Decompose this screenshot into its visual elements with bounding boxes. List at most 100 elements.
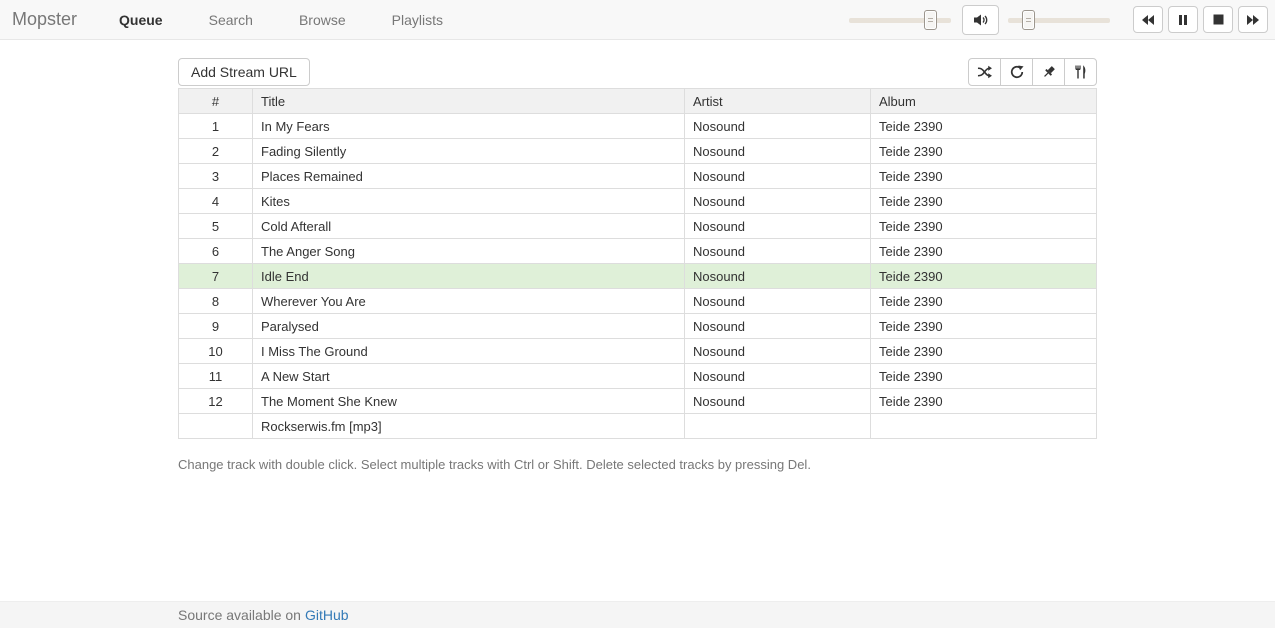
track-title: Wherever You Are xyxy=(253,289,685,314)
track-row[interactable]: 5 Cold Afterall Nosound Teide 2390 xyxy=(179,214,1097,239)
track-artist: Nosound xyxy=(685,389,871,414)
track-artist: Nosound xyxy=(685,189,871,214)
footer: Source available on GitHub xyxy=(0,601,1275,628)
track-position: 10 xyxy=(179,339,253,364)
track-artist: Nosound xyxy=(685,239,871,264)
track-row[interactable]: 4 Kites Nosound Teide 2390 xyxy=(179,189,1097,214)
pause-button[interactable] xyxy=(1168,6,1198,33)
track-position: 3 xyxy=(179,164,253,189)
track-artist: Nosound xyxy=(685,339,871,364)
track-album: Teide 2390 xyxy=(871,114,1097,139)
track-row[interactable]: 2 Fading Silently Nosound Teide 2390 xyxy=(179,139,1097,164)
track-title: Kites xyxy=(253,189,685,214)
queue-table-header: # Title Artist Album xyxy=(179,89,1097,114)
track-row[interactable]: Rockserwis.fm [mp3] xyxy=(179,414,1097,439)
track-row[interactable]: 7 Idle End Nosound Teide 2390 xyxy=(179,264,1097,289)
playback-button-group xyxy=(1128,6,1268,33)
track-artist: Nosound xyxy=(685,289,871,314)
track-artist: Nosound xyxy=(685,264,871,289)
nav-item-playlists[interactable]: Playlists xyxy=(378,12,457,28)
track-title: Cold Afterall xyxy=(253,214,685,239)
track-album: Teide 2390 xyxy=(871,264,1097,289)
track-artist: Nosound xyxy=(685,164,871,189)
column-header-album[interactable]: Album xyxy=(871,89,1097,114)
seek-slider-handle[interactable] xyxy=(924,10,937,30)
track-artist: Nosound xyxy=(685,139,871,164)
track-row[interactable]: 9 Paralysed Nosound Teide 2390 xyxy=(179,314,1097,339)
pushpin-icon xyxy=(1042,65,1056,79)
queue-table: # Title Artist Album 1 In My Fears Nosou… xyxy=(178,88,1097,439)
navbar: Mopster Queue Search Browse Playlists xyxy=(0,0,1275,40)
track-position: 5 xyxy=(179,214,253,239)
track-album: Teide 2390 xyxy=(871,289,1097,314)
pin-single-button[interactable] xyxy=(1032,58,1065,86)
nav-item-browse[interactable]: Browse xyxy=(285,12,360,28)
track-album: Teide 2390 xyxy=(871,164,1097,189)
track-title: The Anger Song xyxy=(253,239,685,264)
volume-slider-handle[interactable] xyxy=(1022,10,1035,30)
track-position: 4 xyxy=(179,189,253,214)
track-position: 7 xyxy=(179,264,253,289)
column-header-title[interactable]: Title xyxy=(253,89,685,114)
track-row[interactable]: 8 Wherever You Are Nosound Teide 2390 xyxy=(179,289,1097,314)
column-header-artist[interactable]: Artist xyxy=(685,89,871,114)
track-position: 12 xyxy=(179,389,253,414)
track-row[interactable]: 1 In My Fears Nosound Teide 2390 xyxy=(179,114,1097,139)
track-artist: Nosound xyxy=(685,314,871,339)
track-album: Teide 2390 xyxy=(871,189,1097,214)
github-link[interactable]: GitHub xyxy=(305,607,349,623)
track-row[interactable]: 10 I Miss The Ground Nosound Teide 2390 xyxy=(179,339,1097,364)
pause-icon xyxy=(1178,14,1188,26)
playback-mode-group xyxy=(968,58,1097,86)
shuffle-icon xyxy=(977,65,992,79)
track-title: Places Remained xyxy=(253,164,685,189)
backward-button[interactable] xyxy=(1133,6,1163,33)
track-title: I Miss The Ground xyxy=(253,339,685,364)
track-row[interactable]: 3 Places Remained Nosound Teide 2390 xyxy=(179,164,1097,189)
track-row[interactable]: 12 The Moment She Knew Nosound Teide 239… xyxy=(179,389,1097,414)
stop-button[interactable] xyxy=(1203,6,1233,33)
track-position: 1 xyxy=(179,114,253,139)
track-position xyxy=(179,414,253,439)
track-title: Rockserwis.fm [mp3] xyxy=(253,414,685,439)
track-position: 11 xyxy=(179,364,253,389)
forward-icon xyxy=(1246,14,1260,26)
track-title: A New Start xyxy=(253,364,685,389)
nav-item-queue[interactable]: Queue xyxy=(105,12,177,28)
track-album: Teide 2390 xyxy=(871,139,1097,164)
track-album: Teide 2390 xyxy=(871,314,1097,339)
queue-toolbar: Add Stream URL xyxy=(178,58,1097,86)
volume-up-icon xyxy=(973,13,989,27)
consume-button[interactable] xyxy=(1064,58,1097,86)
track-album: Teide 2390 xyxy=(871,364,1097,389)
repeat-button[interactable] xyxy=(1000,58,1033,86)
app-brand[interactable]: Mopster xyxy=(12,9,77,30)
track-artist: Nosound xyxy=(685,364,871,389)
track-album: Teide 2390 xyxy=(871,389,1097,414)
track-position: 9 xyxy=(179,314,253,339)
seek-slider[interactable] xyxy=(849,10,951,30)
main-content: Add Stream URL xyxy=(178,58,1097,472)
mute-button[interactable] xyxy=(962,5,999,35)
track-title: Paralysed xyxy=(253,314,685,339)
stop-icon xyxy=(1213,14,1224,25)
backward-icon xyxy=(1141,14,1155,26)
nav-item-search[interactable]: Search xyxy=(195,12,267,28)
track-position: 2 xyxy=(179,139,253,164)
repeat-icon xyxy=(1010,65,1024,79)
track-row[interactable]: 11 A New Start Nosound Teide 2390 xyxy=(179,364,1097,389)
track-title: The Moment She Knew xyxy=(253,389,685,414)
forward-button[interactable] xyxy=(1238,6,1268,33)
shuffle-button[interactable] xyxy=(968,58,1001,86)
column-header-pos[interactable]: # xyxy=(179,89,253,114)
track-position: 6 xyxy=(179,239,253,264)
track-artist: Nosound xyxy=(685,214,871,239)
track-album: Teide 2390 xyxy=(871,239,1097,264)
footer-text: Source available on xyxy=(178,607,301,623)
volume-slider[interactable] xyxy=(1008,10,1110,30)
track-artist xyxy=(685,414,871,439)
main-nav: Queue Search Browse Playlists xyxy=(105,12,475,28)
track-row[interactable]: 6 The Anger Song Nosound Teide 2390 xyxy=(179,239,1097,264)
add-stream-url-button[interactable]: Add Stream URL xyxy=(178,58,310,86)
track-artist: Nosound xyxy=(685,114,871,139)
